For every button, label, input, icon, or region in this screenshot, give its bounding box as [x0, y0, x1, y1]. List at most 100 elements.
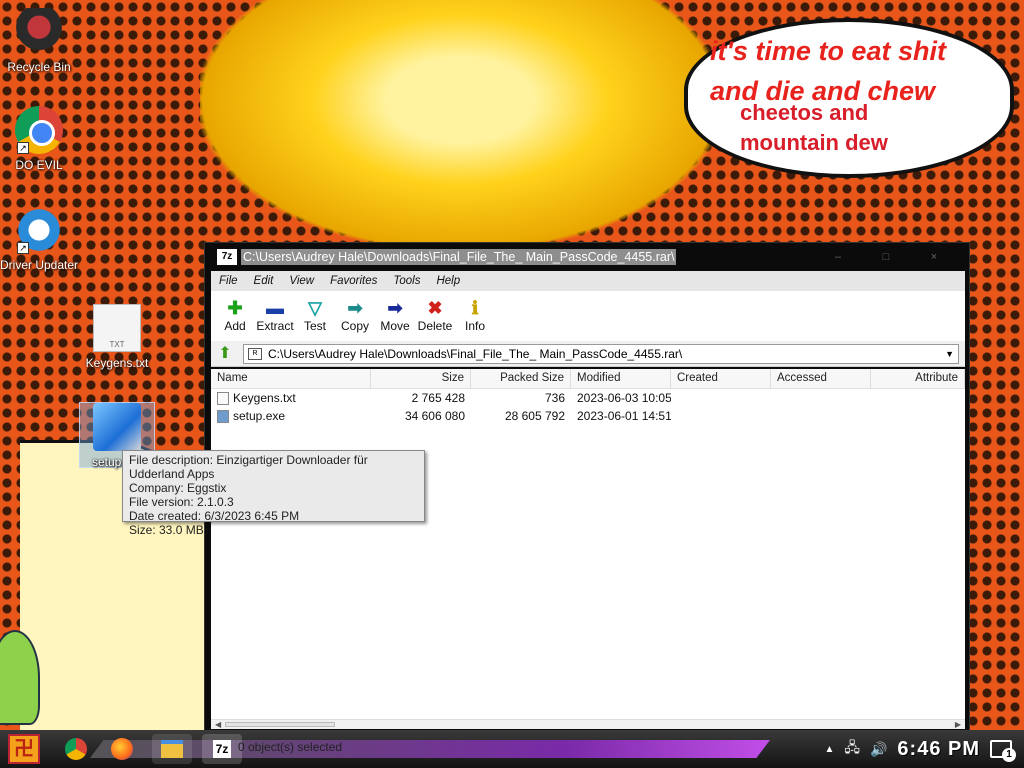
maximize-button[interactable]: □: [867, 248, 905, 266]
taskbar-7zip[interactable]: 7z: [202, 734, 242, 764]
menu-tools[interactable]: Tools: [385, 275, 428, 287]
bubble-text-line4: mountain dew: [740, 130, 888, 155]
menu-favorites[interactable]: Favorites: [322, 275, 385, 287]
desktop-icon-label: Keygens.txt: [85, 356, 149, 370]
file-name: setup.exe: [233, 409, 286, 423]
scroll-left-icon[interactable]: ◀: [215, 720, 221, 729]
clock[interactable]: 6:46 PM: [897, 738, 980, 761]
file-packed-size: 736: [544, 391, 565, 405]
window-titlebar[interactable]: 7z C:\Users\Audrey Hale\Downloads\Final_…: [205, 243, 969, 271]
taskbar-strip: [90, 740, 770, 758]
column-modified[interactable]: Modified: [571, 369, 671, 388]
delete-button[interactable]: ✖ Delete: [415, 297, 455, 333]
up-folder-button[interactable]: ⬆: [215, 345, 235, 363]
copy-label: Copy: [340, 319, 369, 333]
menu-view[interactable]: View: [281, 275, 322, 287]
menu-edit[interactable]: Edit: [246, 275, 282, 287]
file-tooltip: File description: Einzigartiger Download…: [122, 450, 425, 537]
desktop-icon-recycle-bin[interactable]: Recycle Bin: [0, 8, 79, 74]
firefox-icon: [111, 738, 133, 760]
chrome-icon: [65, 738, 87, 760]
close-button[interactable]: ×: [915, 248, 953, 266]
column-headers: Name Size Packed Size Modified Created A…: [211, 369, 965, 389]
column-name[interactable]: Name: [211, 369, 371, 388]
info-button[interactable]: ℹ Info: [455, 297, 495, 333]
menu-file[interactable]: File: [211, 275, 246, 287]
minus-icon: ▬: [266, 298, 284, 318]
column-attributes[interactable]: Attribute: [871, 369, 965, 388]
desktop-icon-label: Driver Updater: [0, 258, 79, 272]
column-created[interactable]: Created: [671, 369, 771, 388]
start-button[interactable]: 卍: [8, 734, 40, 764]
delete-x-icon: ✖: [427, 298, 443, 318]
tooltip-company: Company: Eggstix: [129, 481, 227, 495]
tooltip-date: Date created: 6/3/2023 6:45 PM: [129, 509, 300, 523]
installer-icon: [93, 403, 141, 451]
info-icon: ℹ: [471, 298, 479, 318]
text-file-icon: [93, 304, 141, 352]
desktop-icon-do-evil[interactable]: ↗ DO EVIL: [0, 106, 79, 172]
7zip-icon: 7z: [212, 740, 232, 758]
notification-badge: 1: [1002, 748, 1016, 762]
desktop-icon-keygens[interactable]: Keygens.txt: [77, 304, 157, 370]
scroll-right-icon[interactable]: ▶: [955, 720, 961, 729]
tooltip-size: Size: 33.0 MB: [129, 523, 204, 537]
column-packed-size[interactable]: Packed Size: [471, 369, 571, 388]
horizontal-scrollbar[interactable]: ◀ ▶: [211, 719, 965, 729]
taskbar: 卍 7z 0 object(s) selected ▲ 🖧 🔊 6:46 PM …: [0, 730, 1024, 768]
folder-icon: [161, 740, 183, 758]
extract-label: Extract: [256, 319, 294, 333]
text-file-icon: [217, 391, 229, 405]
address-path: C:\Users\Audrey Hale\Downloads\Final_Fil…: [268, 346, 683, 361]
chevron-up-icon[interactable]: ▲: [824, 744, 834, 755]
file-packed-size: 28 605 792: [504, 409, 565, 423]
menu-help[interactable]: Help: [428, 275, 468, 287]
plus-icon: ✚: [227, 298, 243, 318]
taskbar-file-explorer[interactable]: [152, 734, 192, 764]
add-button[interactable]: ✚ Add: [215, 297, 255, 333]
network-icon[interactable]: 🖧: [844, 737, 860, 761]
file-modified: 2023-06-03 10:05: [577, 391, 671, 405]
archive-icon: R: [248, 347, 262, 360]
delete-label: Delete: [417, 319, 453, 333]
move-label: Move: [380, 319, 410, 333]
file-name: Keygens.txt: [233, 391, 296, 405]
notification-icon[interactable]: 1: [990, 740, 1016, 762]
tooltip-version: File version: 2.1.0.3: [129, 495, 234, 509]
taskbar-chrome[interactable]: [56, 734, 96, 764]
copy-arrow-icon: ➡: [347, 298, 363, 318]
info-label: Info: [464, 319, 485, 333]
move-button[interactable]: ➡ Move: [375, 297, 415, 333]
file-size: 2 765 428: [411, 391, 465, 405]
7zip-app-icon: 7z: [217, 249, 237, 265]
status-text: 0 object(s) selected: [238, 740, 343, 754]
bubble-text-line3: cheetos and: [740, 100, 869, 125]
column-size[interactable]: Size: [371, 369, 471, 388]
test-button[interactable]: ▽ Test: [295, 297, 335, 333]
taskbar-firefox[interactable]: [102, 734, 142, 764]
check-icon: ▽: [308, 298, 322, 318]
recycle-bin-icon: [15, 8, 63, 56]
wallpaper-hair-art: [200, 0, 720, 250]
executable-file-icon: [217, 409, 229, 423]
file-row[interactable]: setup.exe 34 606 080 28 605 792 2023-06-…: [211, 407, 965, 425]
file-modified: 2023-06-01 14:51: [577, 409, 671, 423]
desktop-icon-label: Recycle Bin: [7, 60, 71, 74]
system-tray: ▲ 🖧 🔊 6:46 PM 1: [824, 730, 1024, 768]
shortcut-arrow-icon: ↗: [17, 142, 29, 154]
file-row[interactable]: Keygens.txt 2 765 428 736 2023-06-03 10:…: [211, 389, 965, 407]
add-label: Add: [224, 319, 246, 333]
extract-button[interactable]: ▬ Extract: [255, 297, 295, 333]
chevron-down-icon[interactable]: ▼: [945, 349, 958, 359]
chrome-icon: ↗: [15, 106, 63, 154]
shortcut-arrow-icon: ↗: [17, 242, 29, 254]
tooltip-description: File description: Einzigartiger Download…: [129, 453, 368, 481]
file-list[interactable]: Name Size Packed Size Modified Created A…: [211, 369, 965, 719]
column-accessed[interactable]: Accessed: [771, 369, 871, 388]
volume-icon[interactable]: 🔊: [870, 741, 887, 758]
scrollbar-thumb[interactable]: [225, 722, 335, 727]
address-field[interactable]: R C:\Users\Audrey Hale\Downloads\Final_F…: [243, 343, 959, 364]
desktop-icon-driver-updater[interactable]: ↗ Driver Updater: [0, 206, 79, 272]
copy-button[interactable]: ➡ Copy: [335, 297, 375, 333]
minimize-button[interactable]: –: [819, 248, 857, 266]
